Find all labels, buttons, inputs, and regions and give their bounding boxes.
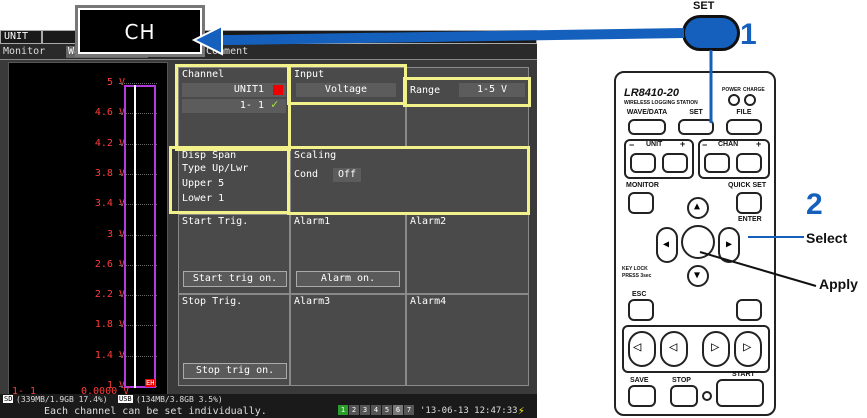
apply-leader-line — [699, 251, 817, 287]
set-arrow-head-icon — [191, 24, 223, 56]
set-arrow-line — [210, 28, 685, 45]
callout-arrows — [191, 24, 817, 287]
